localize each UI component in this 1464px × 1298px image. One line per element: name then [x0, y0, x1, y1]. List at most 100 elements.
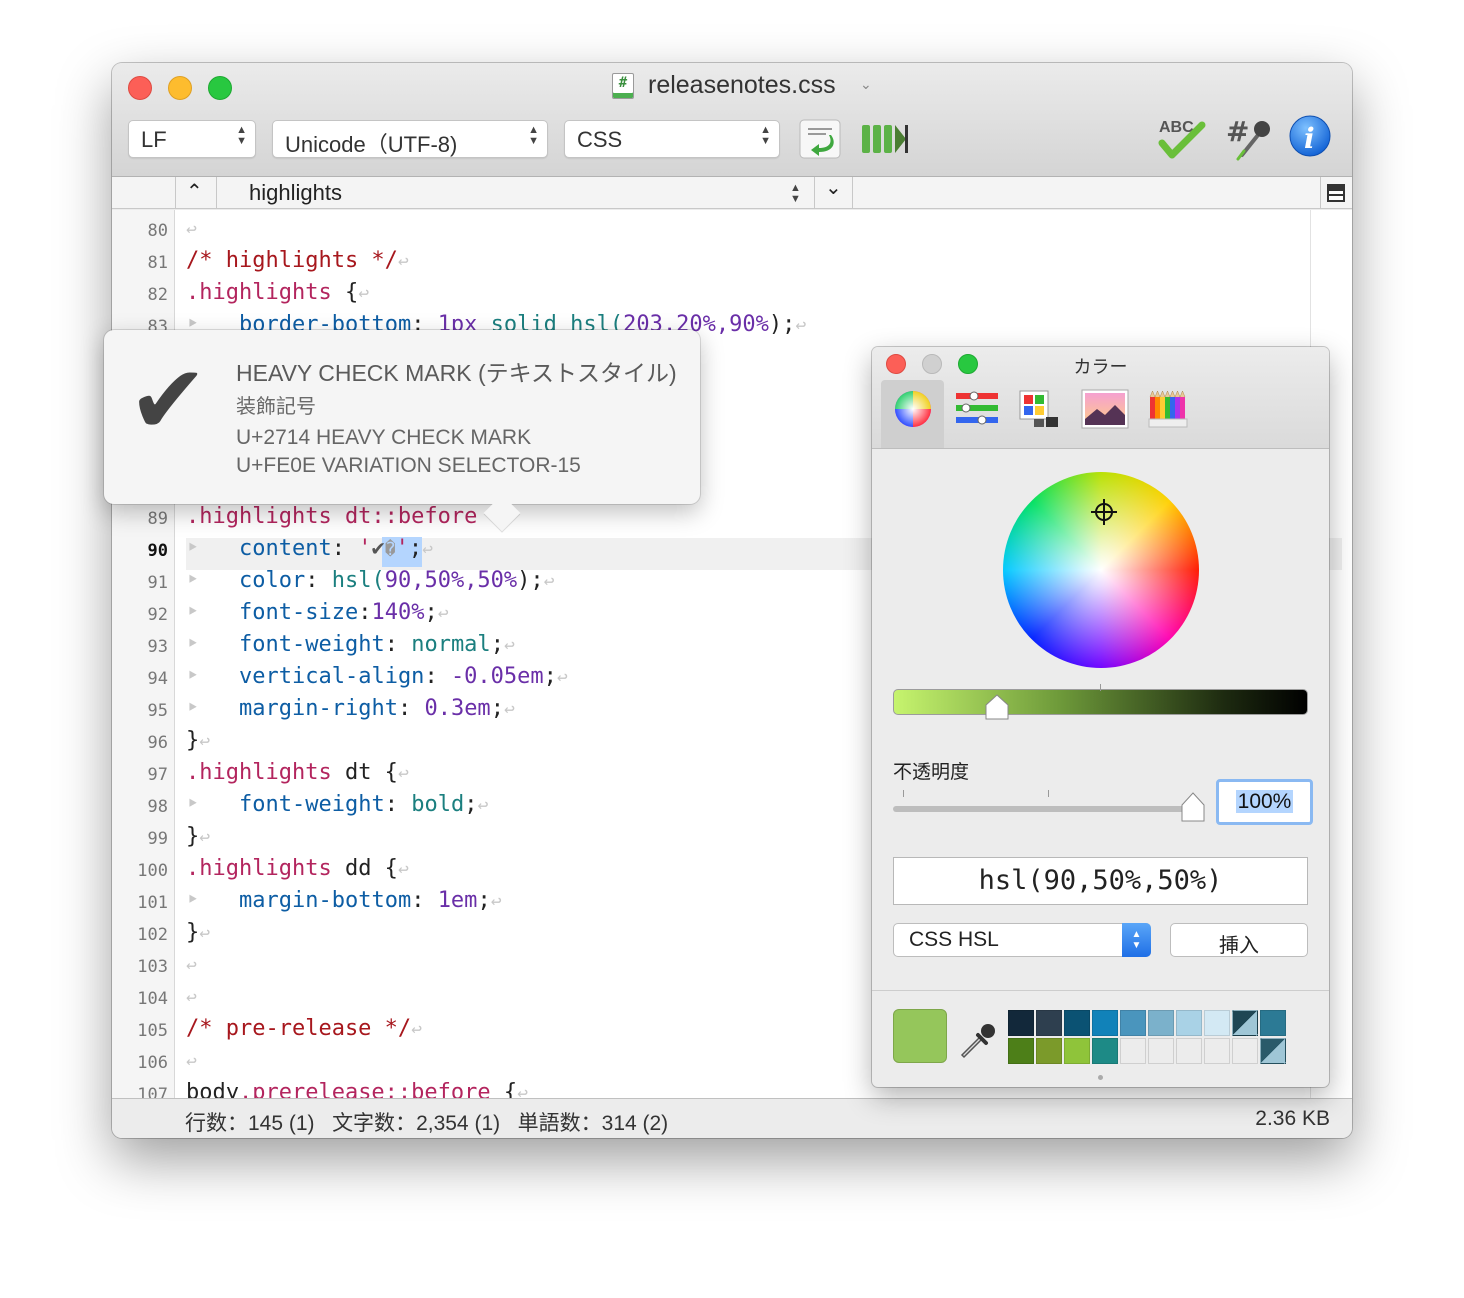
updown-arrows-icon: ▲ ▼ [760, 124, 771, 147]
color-swatch[interactable] [1008, 1038, 1034, 1064]
svg-text:i: i [1304, 122, 1315, 155]
color-swatch[interactable] [1232, 1038, 1258, 1064]
close-button[interactable] [128, 76, 152, 100]
color-swatch[interactable] [1064, 1010, 1090, 1036]
words-value: 314 (2) [601, 1112, 669, 1135]
code-line: ↩ [186, 1051, 197, 1072]
svg-text:#: # [1226, 115, 1249, 148]
css-document-icon: # [612, 73, 634, 99]
window-title[interactable]: releasenotes.css [648, 71, 836, 100]
color-code-icon[interactable]: # [1224, 113, 1272, 166]
updown-arrows-icon: ▲ ▼ [1122, 923, 1151, 957]
color-swatch[interactable] [1176, 1038, 1202, 1064]
color-format-value: CSS HSL [909, 928, 999, 951]
line-number: 102 [137, 925, 168, 945]
line-number: 107 [137, 1085, 168, 1098]
color-swatch[interactable] [1232, 1010, 1258, 1036]
color-swatch[interactable] [1120, 1038, 1146, 1064]
color-swatch[interactable] [1204, 1010, 1230, 1036]
color-swatch[interactable] [1260, 1010, 1286, 1036]
current-line-number: 90 [147, 541, 168, 561]
code-line: }↩ [186, 824, 211, 849]
opacity-label: 不透明度 [893, 762, 970, 783]
brightness-slider-thumb[interactable] [984, 694, 1010, 725]
line-number: 106 [137, 1053, 168, 1073]
line-ending-popup[interactable]: LF ▲ ▼ [128, 120, 256, 158]
titlebar: # releasenotes.css ⌄ LF ▲ ▼ Unicode（UTF-8… [112, 63, 1352, 177]
line-number: 81 [147, 253, 168, 273]
code-line: body.prerelease::before {↩ [186, 1080, 528, 1098]
opacity-input[interactable]: 100% [1216, 779, 1313, 825]
info-icon[interactable]: i [1288, 114, 1332, 163]
divider [872, 990, 1329, 991]
character-name: HEAVY CHECK MARK (テキストスタイル) [236, 360, 677, 386]
minimize-button[interactable] [168, 76, 192, 100]
image-palettes-tab[interactable] [1081, 389, 1129, 434]
crosshair-icon[interactable] [1091, 499, 1117, 525]
shift-indent-icon[interactable] [799, 119, 841, 164]
pencils-tab[interactable] [1148, 389, 1190, 434]
color-swatch[interactable] [1036, 1038, 1062, 1064]
color-swatch[interactable] [1148, 1010, 1174, 1036]
chevron-down-icon[interactable]: ⌄ [825, 175, 842, 200]
line-number: 80 [147, 221, 168, 241]
line-number: 105 [137, 1021, 168, 1041]
eyedropper-icon[interactable] [960, 1019, 996, 1064]
insert-button[interactable]: 挿入 [1170, 923, 1308, 957]
color-swatch[interactable] [1204, 1038, 1230, 1064]
code-line: }↩ [186, 728, 211, 753]
code-line: ↩ [186, 955, 197, 976]
current-color-swatch[interactable] [893, 1009, 947, 1063]
line-number: 97 [147, 765, 168, 785]
outline-menu[interactable]: highlights [249, 180, 342, 206]
outline-current-item: highlights [249, 180, 342, 205]
code-line: .highlights {↩ [186, 280, 370, 305]
line-number: 103 [137, 957, 168, 977]
color-swatch[interactable] [1260, 1038, 1286, 1064]
palettes-tab[interactable] [1018, 389, 1060, 434]
code-line: /* pre-release */↩ [186, 1016, 423, 1041]
line-number: 92 [147, 605, 168, 625]
spellcheck-icon[interactable]: ABC [1156, 115, 1208, 166]
color-swatch[interactable] [1148, 1038, 1174, 1064]
color-panel-title: カラー [1073, 357, 1128, 377]
zoom-button[interactable] [208, 76, 232, 100]
codepoint-line: U+FE0E VARIATION SELECTOR-15 [236, 454, 581, 477]
slider-tick [1100, 684, 1101, 691]
line-number: 96 [147, 733, 168, 753]
chevron-up-icon[interactable]: ⌃ [186, 179, 203, 204]
color-swatch[interactable] [1092, 1038, 1118, 1064]
chars-value: 2,354 (1) [416, 1112, 501, 1135]
color-swatch[interactable] [1008, 1010, 1034, 1036]
check-mark-char: ✔ [371, 536, 385, 561]
line-number: 100 [137, 861, 168, 881]
chevron-down-icon[interactable]: ⌄ [860, 76, 872, 93]
color-swatch[interactable] [1064, 1038, 1090, 1064]
brightness-slider[interactable] [893, 689, 1308, 715]
opacity-slider[interactable] [893, 806, 1193, 812]
color-swatch[interactable] [1092, 1010, 1118, 1036]
line-number: 99 [147, 829, 168, 849]
color-format-select[interactable]: CSS HSL ▲ ▼ [893, 923, 1151, 957]
line-number: 101 [137, 893, 168, 913]
opacity-slider-thumb[interactable] [1180, 792, 1206, 827]
color-swatch[interactable] [1036, 1010, 1062, 1036]
code-line: ‣ font-weight: normal;↩ [186, 632, 515, 657]
code-line: ‣ color: hsl(90,50%,50%);↩ [186, 568, 555, 593]
code-line: ↩ [186, 219, 197, 240]
split-editor-icon[interactable] [1327, 184, 1345, 207]
code-line: .highlights dd {↩ [186, 856, 409, 881]
encoding-popup[interactable]: Unicode（UTF-8) ▲ ▼ [272, 120, 548, 158]
color-code-field[interactable]: hsl(90,50%,50%) [893, 857, 1308, 905]
code-line: /* highlights */↩ [186, 248, 409, 273]
code-line: .highlights dt::before {↩ [186, 504, 515, 529]
color-swatch[interactable] [1120, 1010, 1146, 1036]
sliders-tab[interactable] [954, 389, 1000, 434]
navigation-bar: ⌃ highlights ▲ ▼ ⌄ [112, 177, 1352, 209]
document-counts: 行数：145 (1) 文字数：2,354 (1) 単語数：314 (2) [185, 1112, 669, 1135]
syntax-popup[interactable]: CSS ▲ ▼ [564, 120, 780, 158]
color-wheel-tab[interactable] [893, 389, 933, 434]
color-swatch[interactable] [1176, 1010, 1202, 1036]
incompatible-chars-icon[interactable] [860, 121, 910, 162]
syntax-value: CSS [577, 127, 623, 152]
